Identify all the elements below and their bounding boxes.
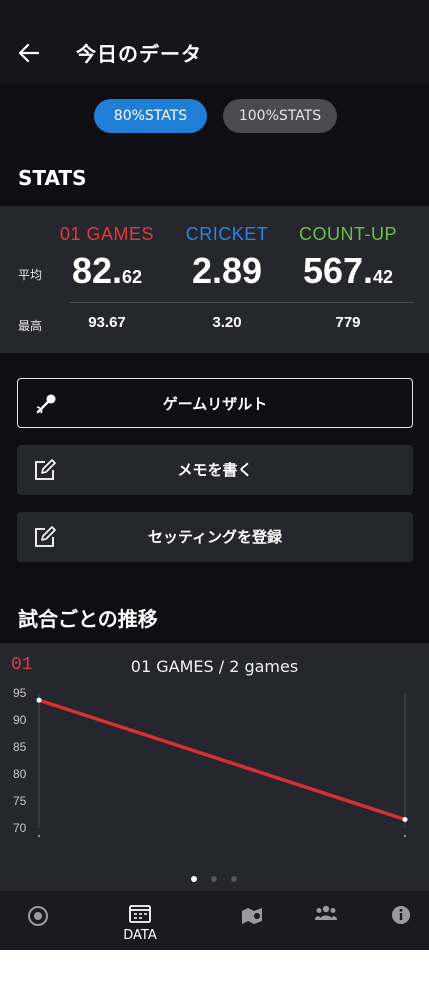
trend-line-chart: 95 90 85 80 75 70 [13, 686, 408, 838]
page-dot[interactable] [211, 876, 217, 882]
max-cricket: 3.20 [212, 314, 242, 331]
map-icon [242, 908, 262, 924]
stats-card: 01 GAMES CRICKET COUNT-UP 平均 82.62 2.89 … [0, 206, 429, 353]
avg-cricket: 2.89 [191, 250, 263, 291]
nav-data-label: DATA [123, 928, 157, 943]
max-01-games: 93.67 [88, 314, 126, 331]
col-head-cricket: CRICKET [185, 224, 269, 244]
game-result-button[interactable]: ゲームリザルト [17, 378, 413, 428]
back-arrow-icon[interactable] [18, 42, 40, 64]
bottom-nav: DATA [0, 891, 429, 950]
col-head-01-games: 01 GAMES [59, 224, 155, 244]
write-memo-label: メモを書く [177, 461, 253, 479]
friends-icon [315, 905, 337, 920]
stats-divider [70, 302, 413, 303]
y-tick-label: 80 [13, 767, 27, 781]
nav-info[interactable] [372, 891, 429, 950]
data-point [402, 817, 408, 823]
nav-data[interactable]: DATA [110, 891, 170, 950]
nav-map[interactable] [221, 891, 281, 950]
x-tick-mark [37, 834, 41, 838]
page-dot[interactable] [231, 876, 237, 882]
data-point [36, 697, 42, 703]
x-tick-mark [403, 834, 407, 838]
avg-01-games: 82.62 [71, 250, 143, 291]
info-icon [392, 906, 410, 924]
col-head-count-up: COUNT-UP [299, 224, 397, 244]
y-tick-label: 70 [13, 821, 27, 835]
y-tick-label: 95 [13, 686, 27, 700]
y-tick-label: 75 [13, 794, 27, 808]
dartboard-icon [28, 906, 48, 926]
nav-dartboard[interactable] [8, 891, 68, 950]
header-bar: 今日のデータ [0, 0, 429, 84]
stats-100-toggle[interactable]: 100%STATS [223, 99, 337, 133]
series-line [37, 698, 407, 822]
y-tick-label: 85 [13, 740, 27, 754]
game-result-label: ゲームリザルト [162, 395, 268, 413]
stats-80-toggle[interactable]: 80%STATS [94, 99, 207, 133]
stats-section-title: STATS [18, 166, 87, 190]
avg-count-up: 567.42 [302, 250, 394, 291]
app-screen: 今日のデータ 80%STATS 100%STATS STATS 01 GAMES… [0, 0, 429, 950]
trend-chart-card[interactable]: 01 01 GAMES / 2 games 95 90 85 80 75 70 [0, 643, 429, 891]
page-title: 今日のデータ [76, 42, 202, 66]
register-setting-button[interactable]: セッティングを登録 [17, 512, 413, 562]
trend-section-title: 試合ごとの推移 [18, 607, 158, 631]
data-icon [129, 905, 151, 923]
page-dot-active[interactable] [191, 876, 197, 882]
max-count-up: 779 [335, 314, 361, 331]
nav-friends[interactable] [296, 891, 356, 950]
y-tick-label: 90 [13, 713, 27, 727]
write-memo-button[interactable]: メモを書く [17, 445, 413, 495]
register-setting-label: セッティングを登録 [147, 528, 283, 546]
